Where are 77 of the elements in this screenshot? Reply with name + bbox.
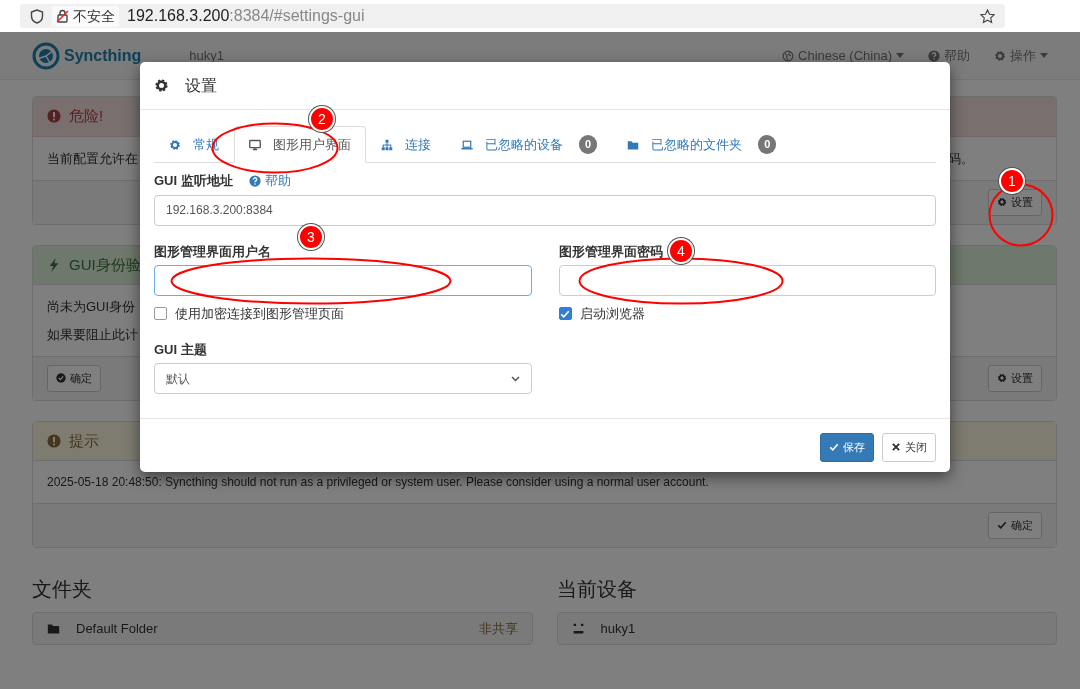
tab[interactable]: 连接 [366,126,446,163]
panel-text: 如果要阻止此计 [47,325,138,344]
help-icon [248,174,261,187]
panel-button[interactable]: 确定 [988,512,1042,539]
check-icon [829,442,839,453]
field-label: GUI 监听地址 [154,172,233,190]
laptop-icon [461,138,473,151]
list-row[interactable]: Default Folder 非共享 [32,611,533,645]
logo-icon [32,41,60,70]
check-icon [997,520,1007,531]
panel-button[interactable]: 确定 [47,365,101,392]
dialog-title: 设置 [185,75,217,96]
monitor-icon [249,138,261,151]
panel-title: 提示 [69,430,99,451]
alert-icon [47,433,61,448]
url-path: :8384/#settings-gui [229,6,365,26]
brand-name[interactable]: Syncthing [64,43,142,68]
url-host: 192.168.3.200 [127,6,230,26]
check-icon [560,308,570,319]
count-badge: 0 [579,135,598,154]
star-icon[interactable] [980,9,995,25]
shield-icon [30,8,44,24]
address-bar[interactable]: 不安全 192.168.3.200:8384/#settings-gui [20,4,1005,28]
step-number: 3 [298,224,324,250]
panel-text: 2025-05-18 20:48:50: Syncthing should not run as a privileged or system user. Please consider using a normal user account. [47,474,709,491]
dialog-button[interactable]: 关闭 [882,433,936,462]
sitemap-icon [381,138,393,151]
count-badge: 0 [758,135,777,154]
nav-menu[interactable]: 操作 [994,45,1048,66]
field-label: 图形管理界面用户名 [154,242,271,261]
field-label: 图形管理界面密码 [558,242,663,261]
checkbox-label: 启动浏览器 [579,305,645,323]
tab[interactable]: 已忽略的设备 0 [446,126,613,163]
security-label: 不安全 [73,6,115,26]
field-label: GUI 主题 [154,340,207,359]
lock-icon [56,9,69,23]
select-field[interactable]: 默认 [154,363,532,394]
alert-icon [47,109,61,124]
chevron-icon [510,375,520,382]
checkbox-label: 使用加密连接到图形管理页面 [175,305,344,323]
panel-button[interactable]: 设置 [988,189,1042,216]
checkbox[interactable] [154,307,167,321]
input-field[interactable] [154,265,532,296]
globe-icon [782,49,795,62]
help-link[interactable]: 帮助 [248,171,291,191]
gear-icon [169,138,181,151]
gear-icon [994,49,1006,62]
dialog-button[interactable]: 保存 [820,433,874,462]
item-name: Default Folder [76,619,158,638]
nav-menu[interactable]: Chinese (China) [782,45,904,66]
gear-icon [154,78,169,93]
panel-text: 尚未为GUI身份 [47,298,136,316]
item-name: huky1 [600,619,636,638]
gear-icon [997,197,1007,208]
panel-title: 危险! [69,106,104,126]
panel-title: GUI身份验 [69,254,141,275]
panel-button[interactable]: 设置 [988,365,1042,392]
section-heading: 当前设备 [556,576,638,602]
checkbox[interactable] [558,307,572,321]
bolt-icon [47,257,61,272]
step-number: 1 [999,168,1025,194]
gear-icon [997,373,1007,384]
step-number: 2 [309,106,335,132]
list-row[interactable]: huky1 [556,611,1057,645]
panel-text: 当前配置允许在 [47,149,138,168]
input-field[interactable]: 192.168.3.200:8384 [154,194,936,226]
status-text: 非共享 [478,619,518,638]
tab[interactable]: 已忽略的文件夹 0 [612,126,792,163]
input-field[interactable] [558,265,936,296]
device-name: huky1 [189,46,225,65]
step-number: 4 [668,238,694,264]
check-circle-icon [56,373,66,384]
section-heading: 文件夹 [32,576,93,602]
nav-menu[interactable]: 帮助 [928,45,970,66]
device-icon [571,621,585,635]
folder-icon [47,621,60,635]
close-icon [891,442,901,453]
